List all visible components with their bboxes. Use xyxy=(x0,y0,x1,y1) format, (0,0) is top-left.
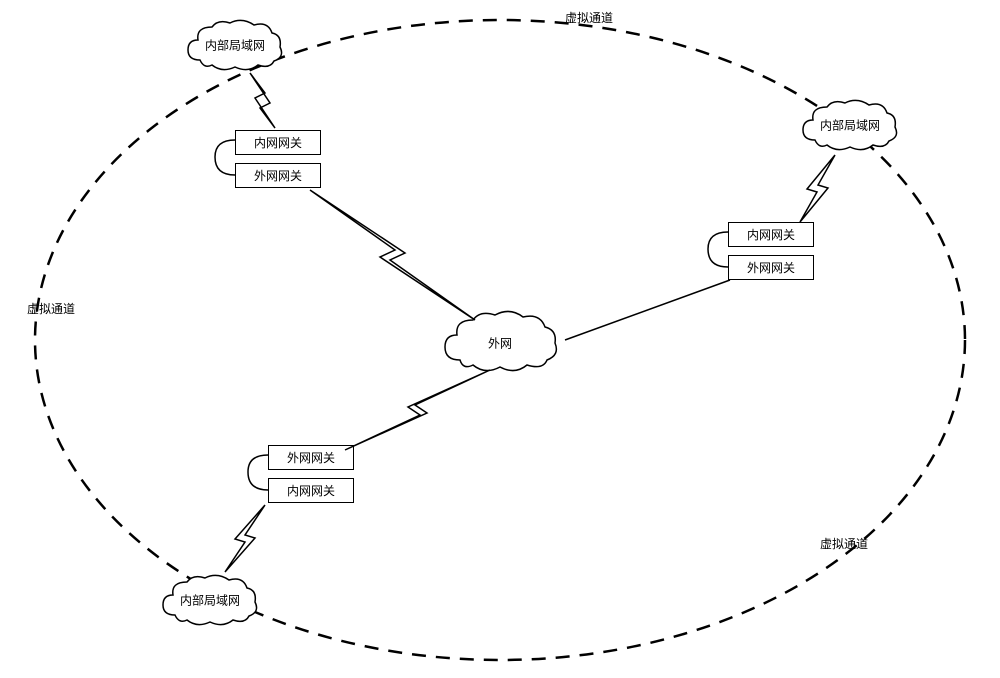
virtual-channel-label-top: 虚拟通道 xyxy=(565,9,613,26)
lightning-bottom-center xyxy=(335,365,515,465)
external-network-label: 外网 xyxy=(488,334,512,351)
lan-label-bottom: 内部局域网 xyxy=(180,592,240,609)
inner-gateway-bottom: 内网网关 xyxy=(268,478,354,503)
network-diagram: 虚拟通道 虚拟通道 虚拟通道 外网 内部局域网 内网网关 外网网关 内部局域网 … xyxy=(0,0,1000,678)
lan-cloud-topleft: 内部局域网 xyxy=(180,15,290,75)
gateway-loop-topleft xyxy=(210,135,240,180)
gateway-loop-topright xyxy=(703,227,733,272)
lan-label-topright: 内部局域网 xyxy=(820,117,880,134)
lightning-topright-lan xyxy=(790,150,850,230)
lightning-topleft-center xyxy=(300,185,500,335)
lan-label-topleft: 内部局域网 xyxy=(205,37,265,54)
line-topright-center xyxy=(555,275,755,375)
virtual-channel-label-left: 虚拟通道 xyxy=(27,300,75,317)
gateway-loop-bottom xyxy=(243,450,273,495)
virtual-channel-label-right: 虚拟通道 xyxy=(820,535,868,552)
lan-cloud-topright: 内部局域网 xyxy=(795,95,905,155)
lightning-bottom-lan xyxy=(215,500,275,580)
lightning-topleft-lan xyxy=(240,68,290,138)
